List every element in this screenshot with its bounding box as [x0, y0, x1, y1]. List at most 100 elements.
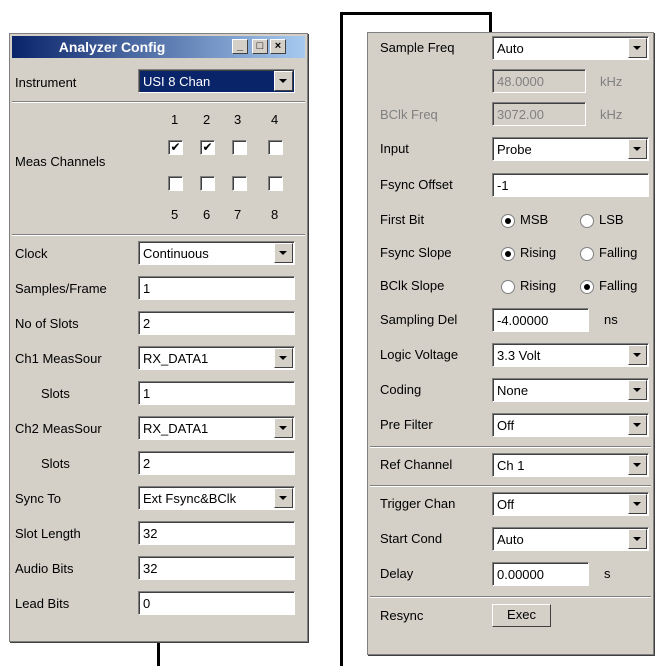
slot-length-field[interactable]: 32 — [138, 521, 295, 545]
channel-5-checkbox[interactable] — [168, 176, 183, 191]
no-of-slots-field[interactable]: 2 — [138, 311, 295, 335]
clock-select[interactable]: Continuous — [138, 241, 295, 265]
exec-button[interactable]: Exec — [492, 604, 551, 627]
ch2-meassour-select[interactable]: RX_DATA1 — [138, 416, 295, 440]
ref-channel-select[interactable]: Ch 1 — [492, 453, 649, 477]
audio-bits-row: Audio Bits 32 — [10, 554, 307, 584]
channel-7-checkbox[interactable] — [232, 176, 247, 191]
window-title: Analyzer Config — [58, 39, 166, 55]
fsync-offset-label: Fsync Offset — [380, 177, 453, 192]
coding-select[interactable]: None — [492, 378, 649, 402]
first-bit-msb-label: MSB — [520, 212, 549, 227]
minimize-icon[interactable]: _ — [232, 39, 248, 54]
ch2-slots-value: 2 — [143, 456, 151, 471]
slot-length-value: 32 — [143, 526, 158, 541]
fsync-slope-falling-radio[interactable] — [580, 247, 594, 261]
chevron-down-icon[interactable] — [628, 494, 647, 514]
lead-bits-field[interactable]: 0 — [138, 591, 295, 615]
divider — [370, 596, 651, 598]
ch2-meassour-row: Ch2 MeasSour RX_DATA1 — [10, 414, 307, 444]
input-select[interactable]: Probe — [492, 137, 649, 161]
title-bar[interactable]: Analyzer Config _ □ × — [12, 36, 305, 58]
sample-freq-unit: kHz — [600, 74, 623, 89]
trigger-chan-select[interactable]: Off — [492, 492, 649, 516]
trigger-chan-value: Off — [497, 497, 515, 512]
input-value: Probe — [497, 142, 532, 157]
sampling-del-label: Sampling Del — [380, 312, 458, 327]
logic-voltage-value: 3.3 Volt — [497, 348, 541, 363]
chevron-down-icon[interactable] — [628, 380, 647, 400]
fsync-slope-rising-radio[interactable] — [501, 247, 515, 261]
channel-8-checkbox[interactable] — [268, 176, 283, 191]
pre-filter-select[interactable]: Off — [492, 413, 649, 437]
instrument-row: Instrument USI 8 Chan — [10, 68, 307, 98]
channel-6-checkbox[interactable] — [200, 176, 215, 191]
ref-channel-label: Ref Channel — [380, 457, 453, 472]
divider — [12, 234, 305, 236]
chevron-down-icon[interactable] — [274, 488, 293, 508]
first-bit-lsb-radio[interactable] — [580, 214, 594, 228]
maximize-icon[interactable]: □ — [252, 39, 268, 54]
fsync-offset-field[interactable]: -1 — [492, 173, 649, 197]
first-bit-msb-radio[interactable] — [501, 214, 515, 228]
bclk-slope-falling-radio[interactable] — [580, 280, 594, 294]
bclk-slope-rising-label: Rising — [520, 278, 557, 293]
chevron-down-icon[interactable] — [274, 348, 293, 368]
connector-line — [340, 12, 343, 666]
ch1-slots-field[interactable]: 1 — [138, 381, 295, 405]
sampling-del-field[interactable]: -4.00000 — [492, 308, 589, 332]
chevron-down-icon[interactable] — [628, 415, 647, 435]
ch1-slots-value: 1 — [143, 386, 151, 401]
start-cond-row: Start Cond Auto — [368, 524, 653, 554]
chevron-down-icon[interactable] — [628, 529, 647, 549]
instrument-select[interactable]: USI 8 Chan — [138, 69, 295, 93]
sync-to-label: Sync To — [15, 491, 62, 506]
trigger-chan-label: Trigger Chan — [380, 496, 456, 511]
chevron-down-icon[interactable] — [274, 243, 293, 263]
delay-unit: s — [604, 566, 611, 581]
audio-bits-field[interactable]: 32 — [138, 556, 295, 580]
delay-field[interactable]: 0.00000 — [492, 562, 589, 586]
bclk-freq-unit: kHz — [600, 107, 623, 122]
pre-filter-value: Off — [497, 418, 515, 433]
channel-4-checkbox[interactable] — [268, 140, 283, 155]
connector-line — [157, 640, 160, 666]
start-cond-select[interactable]: Auto — [492, 527, 649, 551]
sample-freq-select[interactable]: Auto — [492, 36, 649, 60]
clock-row: Clock Continuous — [10, 239, 307, 269]
sample-freq-row: Sample Freq Auto — [368, 33, 653, 63]
channel-2-checkbox[interactable]: ✔ — [200, 140, 215, 155]
ch1-slots-row: Slots 1 — [10, 379, 307, 409]
ch2-slots-field[interactable]: 2 — [138, 451, 295, 475]
coding-label: Coding — [380, 382, 422, 397]
divider — [12, 101, 305, 103]
delay-label: Delay — [380, 566, 414, 581]
sample-freq-readout-row: 48.0000 kHz — [368, 67, 653, 97]
chevron-down-icon[interactable] — [628, 38, 647, 58]
close-icon[interactable]: × — [270, 39, 286, 54]
chevron-down-icon[interactable] — [628, 455, 647, 475]
ch1-meassour-select[interactable]: RX_DATA1 — [138, 346, 295, 370]
channel-number: 3 — [234, 112, 242, 127]
bclk-freq-value: 3072.00 — [497, 107, 544, 122]
sync-to-select[interactable]: Ext Fsync&BClk — [138, 486, 295, 510]
sampling-del-row: Sampling Del -4.00000 ns — [368, 305, 653, 335]
bclk-freq-readout: 3072.00 — [492, 102, 586, 126]
chevron-down-icon[interactable] — [628, 345, 647, 365]
sample-freq-label: Sample Freq — [380, 40, 455, 55]
no-of-slots-label: No of Slots — [15, 316, 79, 331]
pre-filter-label: Pre Filter — [380, 417, 433, 432]
channel-1-checkbox[interactable]: ✔ — [168, 140, 183, 155]
bclk-slope-rising-radio[interactable] — [501, 280, 515, 294]
sample-freq-readout: 48.0000 — [492, 69, 586, 93]
chevron-down-icon[interactable] — [628, 139, 647, 159]
chevron-down-icon[interactable] — [274, 71, 293, 91]
logic-voltage-row: Logic Voltage 3.3 Volt — [368, 340, 653, 370]
channel-3-checkbox[interactable] — [232, 140, 247, 155]
fsync-slope-rising-label: Rising — [520, 245, 557, 260]
connector-line — [489, 12, 492, 32]
logic-voltage-select[interactable]: 3.3 Volt — [492, 343, 649, 367]
samples-frame-field[interactable]: 1 — [138, 276, 295, 300]
ch1-slots-label: Slots — [41, 386, 70, 401]
chevron-down-icon[interactable] — [274, 418, 293, 438]
